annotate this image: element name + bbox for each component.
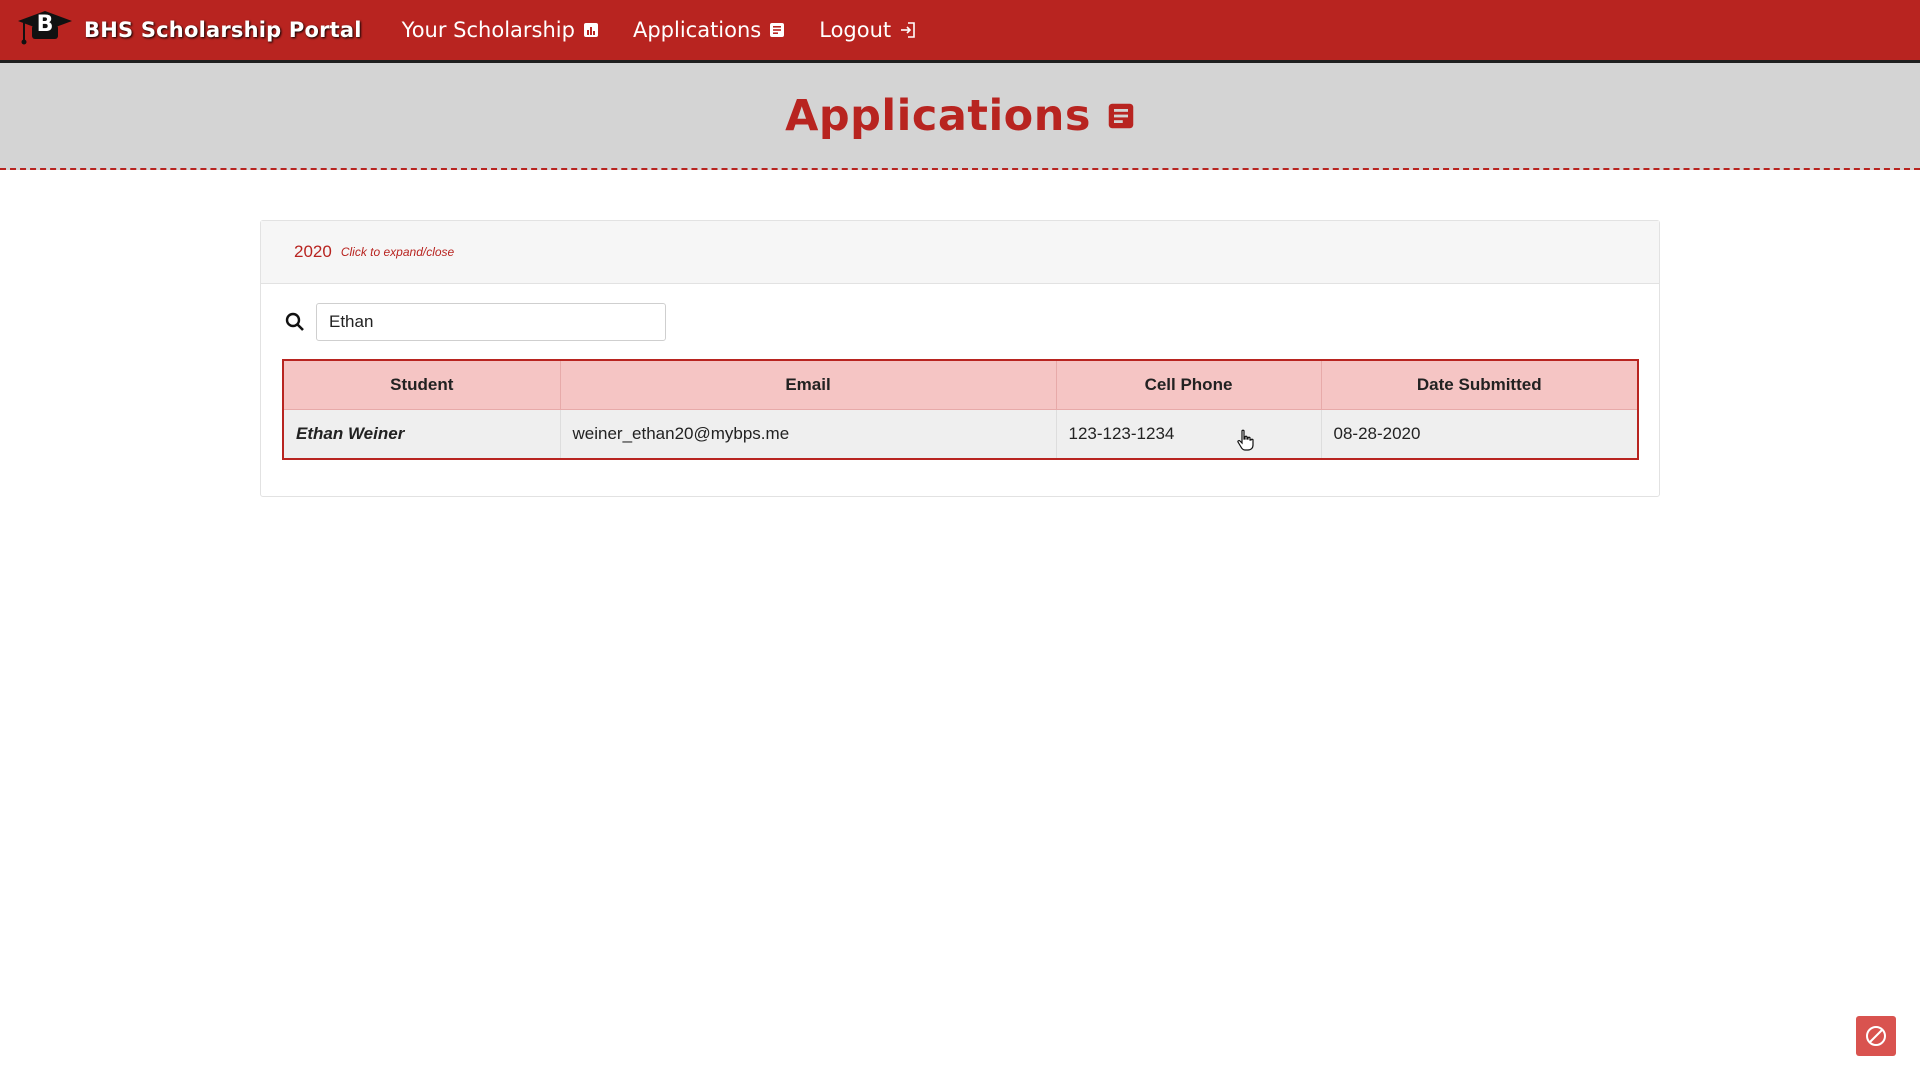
logout-icon bbox=[899, 21, 917, 39]
table-row[interactable]: Ethan Weiner weiner_ethan20@mybps.me 123… bbox=[283, 408, 1639, 459]
logo-letter: B bbox=[37, 12, 54, 37]
table-header-row: Student Email Cell Phone Date Submitted bbox=[283, 360, 1639, 409]
document-icon bbox=[1107, 102, 1135, 130]
search-input[interactable] bbox=[316, 303, 666, 341]
nav-logout-label: Logout bbox=[819, 18, 892, 42]
nav-your-scholarship[interactable]: Your Scholarship bbox=[402, 18, 599, 42]
column-header-cell-phone[interactable]: Cell Phone bbox=[1056, 360, 1322, 409]
applications-table: Student Email Cell Phone Date Submitted … bbox=[282, 359, 1639, 460]
page-title: Applications bbox=[785, 90, 1091, 141]
nav-logout[interactable]: Logout bbox=[819, 18, 917, 42]
year-label: 2020 bbox=[294, 242, 332, 261]
chart-icon bbox=[583, 22, 599, 38]
cell-student[interactable]: Ethan Weiner bbox=[283, 408, 561, 459]
column-header-student[interactable]: Student bbox=[283, 360, 561, 409]
applications-card: 2020 Click to expand/close Student Email… bbox=[260, 220, 1660, 497]
search-row bbox=[283, 303, 666, 341]
nav-your-scholarship-label: Your Scholarship bbox=[401, 18, 575, 42]
expand-hint: Click to expand/close bbox=[340, 245, 455, 259]
cell-phone: 123-123-1234 bbox=[1056, 408, 1322, 459]
year-accordion-toggle[interactable]: 2020 Click to expand/close bbox=[261, 221, 1659, 284]
cell-date: 08-28-2020 bbox=[1321, 408, 1639, 459]
cell-email: weiner_ethan20@mybps.me bbox=[560, 408, 1057, 459]
hand-cursor-icon bbox=[1236, 429, 1254, 455]
nav-applications[interactable]: Applications bbox=[633, 18, 785, 42]
brand[interactable]: B BHS Scholarship Portal bbox=[14, 7, 362, 53]
corner-widget-icon[interactable] bbox=[1856, 1016, 1896, 1056]
page-header: Applications bbox=[0, 63, 1920, 170]
brand-title: BHS Scholarship Portal bbox=[84, 18, 362, 42]
document-icon bbox=[769, 22, 785, 38]
graduation-cap-logo-icon: B bbox=[14, 7, 76, 53]
column-header-email[interactable]: Email bbox=[560, 360, 1057, 409]
column-header-date-submitted[interactable]: Date Submitted bbox=[1321, 360, 1639, 409]
search-icon bbox=[283, 310, 307, 334]
nav-applications-label: Applications bbox=[632, 18, 762, 42]
top-navbar: B BHS Scholarship Portal Your Scholarshi… bbox=[0, 0, 1920, 63]
nav-links: Your Scholarship Applications Logout bbox=[402, 18, 951, 42]
